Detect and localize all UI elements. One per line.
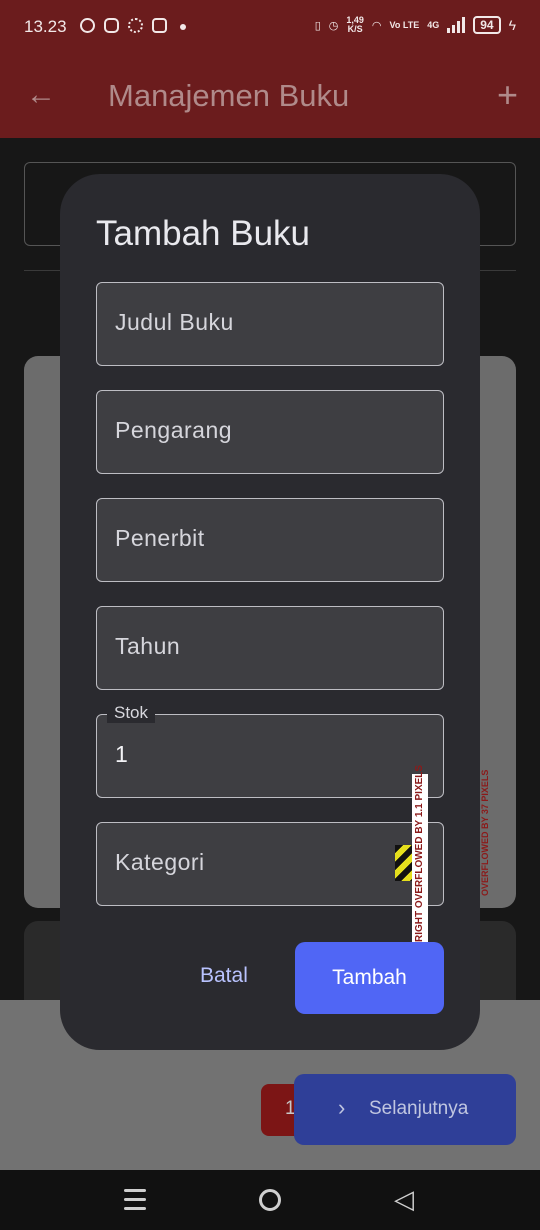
charging-icon: ϟ [508, 17, 516, 33]
penerbit-field[interactable]: Penerbit [96, 498, 444, 582]
status-time: 13.23 [24, 17, 67, 36]
tahun-placeholder: Tahun [115, 633, 181, 659]
screen: 13.23 ▯ ◷ 1,49 K/S ◠ Vo LTE 4G 94 ϟ ← Ma… [0, 0, 540, 1230]
stok-label: Stok [107, 703, 156, 723]
whatsapp-icon [80, 18, 95, 33]
network-label: 4G [427, 20, 440, 30]
page-title: Manajemen Buku [108, 78, 350, 113]
tahun-field[interactable]: Tahun [96, 606, 444, 690]
overflow-warning-text: RIGHT OVERFLOWED BY 1.1 PIXELS [414, 764, 425, 942]
wifi-icon: ◠ [371, 19, 382, 32]
pengarang-field[interactable]: Pengarang [96, 390, 444, 474]
vibrate-icon: ▯ [314, 19, 321, 32]
kategori-dropdown[interactable]: Kategori [96, 822, 444, 906]
back-triangle-icon[interactable]: ◁ [394, 1184, 414, 1215]
penerbit-placeholder: Penerbit [115, 525, 205, 551]
settings-icon [128, 18, 143, 33]
status-right: ▯ ◷ 1,49 K/S ◠ Vo LTE 4G 94 ϟ [315, 16, 516, 34]
signal-icon [447, 17, 466, 33]
next-page-button[interactable]: › Selanjutnya [294, 1074, 516, 1145]
pengarang-placeholder: Pengarang [115, 417, 233, 443]
overflow-warning-text: OVERFLOWED BY 37 PIXELS [480, 769, 490, 896]
app-bar: ← Manajemen Buku + [0, 56, 540, 138]
volte-label: Vo LTE [389, 20, 420, 30]
kategori-placeholder: Kategori [115, 849, 205, 875]
add-book-dialog: Tambah Buku Judul Buku Pengarang Penerbi… [60, 174, 480, 1050]
net-speed-unit: K/S [347, 24, 363, 34]
plus-icon[interactable]: + [497, 74, 518, 116]
cancel-button[interactable]: Batal [200, 964, 248, 988]
stok-field[interactable]: Stok 1 [96, 703, 444, 798]
net-speed: 1,49 K/S [346, 16, 364, 34]
status-bar: 13.23 ▯ ◷ 1,49 K/S ◠ Vo LTE 4G 94 ϟ [0, 0, 540, 56]
next-page-label: Selanjutnya [369, 1098, 469, 1119]
battery-level: 94 [473, 16, 501, 34]
arrow-left-icon[interactable]: ← [26, 78, 56, 112]
messenger-icon [104, 18, 119, 33]
instagram-icon [152, 18, 167, 33]
add-book-button[interactable]: Tambah [295, 942, 444, 1014]
judul-buku-field[interactable]: Judul Buku [96, 282, 444, 366]
home-icon[interactable] [259, 1189, 281, 1211]
overflow-warning-background: OVERFLOWED BY 37 PIXELS [478, 758, 496, 898]
dot-icon [180, 24, 186, 30]
alarm-icon: ◷ [328, 19, 339, 32]
judul-buku-placeholder: Judul Buku [115, 309, 234, 335]
stok-value: 1 [115, 741, 128, 767]
system-nav-bar: ◁ [0, 1170, 540, 1230]
chevron-right-icon: › [338, 1095, 346, 1120]
recent-apps-icon[interactable] [124, 1189, 146, 1216]
dialog-title: Tambah Buku [96, 214, 311, 253]
overflow-warning-banner: RIGHT OVERFLOWED BY 1.1 PIXELS [412, 765, 428, 944]
